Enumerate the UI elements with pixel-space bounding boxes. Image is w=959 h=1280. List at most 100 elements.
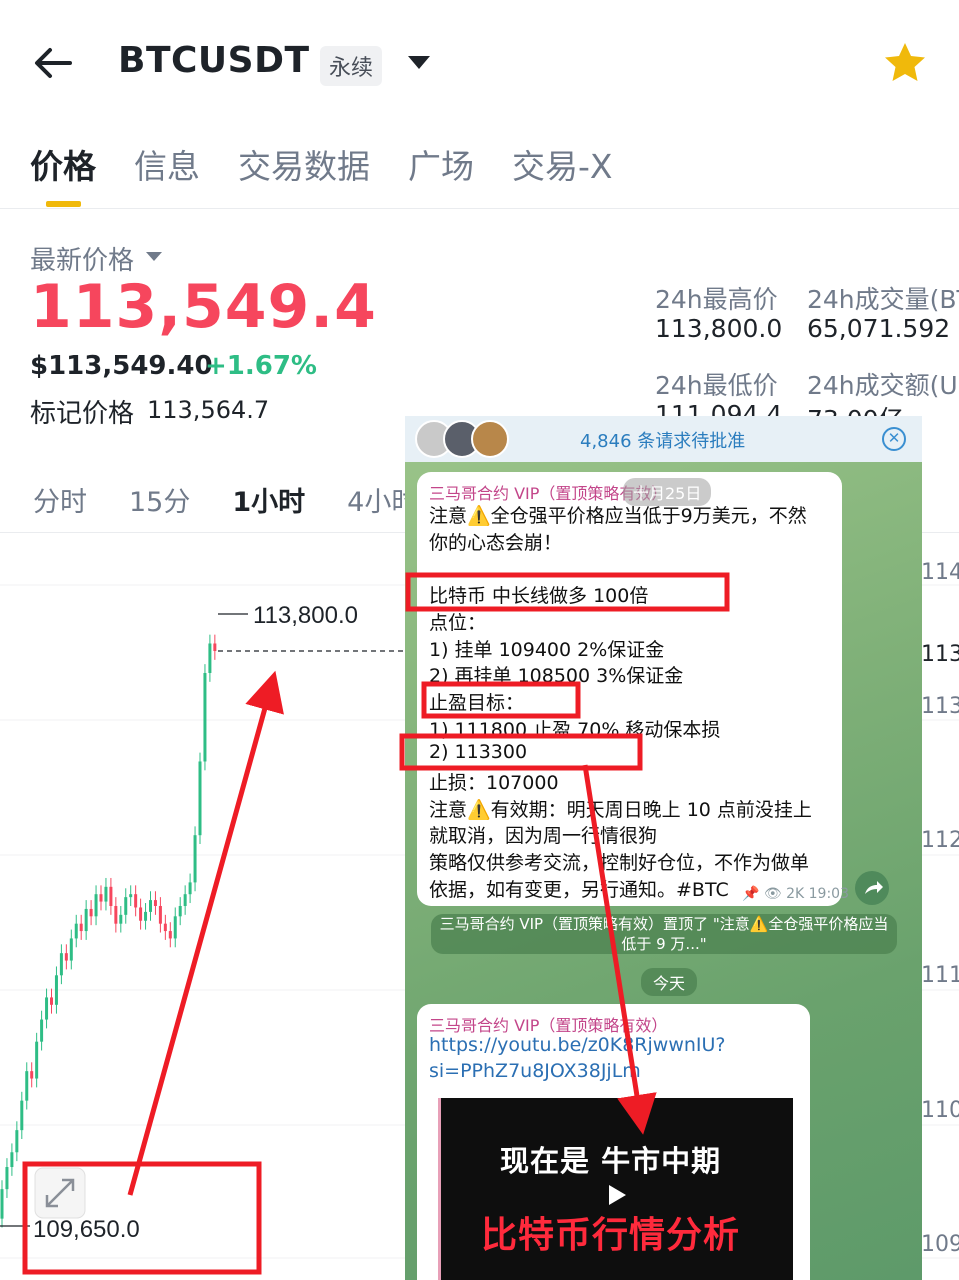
candle-body bbox=[94, 894, 98, 917]
close-icon[interactable]: ✕ bbox=[882, 427, 906, 451]
axis-label: 110 bbox=[921, 1098, 959, 1123]
message-meta: 📌 👁 2K 19:03 bbox=[742, 886, 849, 902]
axis-label: 113 bbox=[921, 694, 959, 719]
candle-body bbox=[54, 975, 58, 1005]
axis-label: 109 bbox=[921, 1232, 959, 1257]
volume-24h-value: 65,071.592 bbox=[807, 314, 951, 343]
message-line: 就取消，因为周一行情很狗 bbox=[429, 825, 658, 848]
candle-body bbox=[114, 905, 118, 924]
video-link[interactable]: si=PPhZ7u8JOX38JjLm bbox=[429, 1060, 641, 1082]
tab-trading-data[interactable]: 交易数据 bbox=[238, 140, 370, 188]
interval-timeline[interactable]: 分时 bbox=[33, 480, 87, 519]
candle-body bbox=[183, 894, 187, 906]
candle-body bbox=[79, 923, 83, 932]
candle-body bbox=[5, 1167, 9, 1190]
candle-body bbox=[208, 643, 212, 673]
candle-body bbox=[163, 923, 167, 932]
high-24h-label: 24h最高价 bbox=[655, 285, 778, 314]
high-24h-value: 113,800.0 bbox=[655, 314, 783, 343]
axis-label: 112 bbox=[921, 828, 959, 853]
channel-name: 三马哥合约 VIP（置顶策略有效） bbox=[429, 1016, 668, 1035]
candle-body bbox=[153, 900, 157, 906]
candle-body bbox=[173, 916, 177, 939]
avatar bbox=[471, 420, 509, 458]
axis-label: 111 bbox=[921, 963, 959, 988]
turnover-24h-label: 24h成交额(U bbox=[807, 371, 958, 400]
symbol-dropdown-caret-icon[interactable] bbox=[408, 56, 430, 69]
video-title: 现在是 牛市中期 bbox=[500, 1144, 722, 1178]
candle-body bbox=[109, 886, 113, 906]
tab-square[interactable]: 广场 bbox=[408, 140, 474, 188]
price-change-percent: +1.67% bbox=[205, 351, 317, 381]
message-line: 你的心态会崩！ bbox=[429, 531, 563, 554]
candle-body bbox=[144, 911, 148, 921]
candle-body bbox=[74, 923, 78, 939]
candle-body bbox=[129, 894, 133, 898]
message-line: 1) 111800 止盈 70% 移动保本损 bbox=[429, 718, 721, 741]
candle-body bbox=[0, 1189, 4, 1219]
candle-body bbox=[104, 886, 108, 902]
tab-info[interactable]: 信息 bbox=[134, 140, 200, 188]
volume-24h-label: 24h成交量(BT bbox=[807, 285, 959, 314]
tab-trade-x[interactable]: 交易-X bbox=[512, 140, 613, 188]
candle-body bbox=[40, 1019, 44, 1042]
candle-body bbox=[124, 897, 128, 915]
join-requests-text[interactable]: 4,846 条请求待批准 bbox=[580, 427, 745, 453]
candle-body bbox=[30, 1071, 34, 1079]
candles bbox=[0, 634, 217, 1228]
candle-body bbox=[149, 900, 152, 912]
last-price: 113,549.4 bbox=[30, 272, 377, 342]
message-line: 依据，如有变更，另行通知。#BTC bbox=[429, 878, 729, 901]
pin-notice-line: 三马哥合约 VIP（置顶策略有效）置顶了 "注意⚠️全仓强平价格应当 bbox=[439, 915, 889, 933]
candle-body bbox=[59, 953, 63, 976]
symbol-title[interactable]: BTCUSDT bbox=[118, 40, 310, 81]
message-line: 注意⚠️全仓强平价格应当低于9万美元，不然 bbox=[429, 505, 807, 527]
pinned-message-notice: 三马哥合约 VIP（置顶策略有效）置顶了 "注意⚠️全仓强平价格应当 低于 9 … bbox=[431, 914, 897, 954]
axis-label: 114 bbox=[921, 560, 959, 585]
message-line: 策略仅供参考交流，控制好仓位，不作为做单 bbox=[429, 852, 810, 875]
candle-body bbox=[178, 905, 182, 917]
candle-body bbox=[198, 761, 202, 836]
last-price-dropdown-icon[interactable] bbox=[146, 252, 162, 261]
candle-body bbox=[35, 1041, 39, 1079]
divider bbox=[0, 208, 959, 209]
candle-body bbox=[139, 907, 143, 921]
message-line: 1) 挂单 109400 2%保证金 bbox=[429, 638, 665, 661]
interval-1h[interactable]: 1小时 bbox=[232, 480, 305, 519]
usd-price: $113,549.40 bbox=[30, 351, 213, 381]
share-icon[interactable] bbox=[855, 871, 889, 905]
candle-body bbox=[15, 1130, 19, 1153]
candle-body bbox=[25, 1071, 29, 1101]
favorite-star-icon[interactable] bbox=[882, 40, 928, 86]
candle-body bbox=[134, 894, 138, 908]
candle-body bbox=[203, 672, 207, 762]
perpetual-badge: 永续 bbox=[320, 46, 383, 86]
interval-15m[interactable]: 15分 bbox=[129, 480, 190, 519]
mark-price-label: 标记价格 bbox=[30, 399, 135, 429]
candle-body bbox=[158, 905, 162, 924]
play-icon[interactable] bbox=[609, 1185, 626, 1205]
tg-avatars bbox=[415, 420, 515, 458]
expand-icon[interactable] bbox=[34, 1167, 86, 1219]
candle-body bbox=[69, 938, 73, 961]
message-line: 2) 再挂单 108500 3%保证金 bbox=[429, 665, 684, 688]
back-arrow-icon[interactable] bbox=[30, 40, 76, 86]
candle-body bbox=[64, 953, 68, 961]
candle-body bbox=[193, 835, 197, 883]
message-line: 比特币 中长线做多 100倍 bbox=[429, 585, 649, 608]
candle-body bbox=[89, 908, 93, 917]
video-link[interactable]: https://youtu.be/z0K8RjwwnIU? bbox=[429, 1034, 726, 1056]
tab-price[interactable]: 价格 bbox=[30, 140, 96, 188]
message-line: 止损：107000 bbox=[429, 772, 559, 794]
candle-body bbox=[99, 894, 103, 902]
mark-price-value: 113,564.7 bbox=[147, 396, 270, 424]
candle-body bbox=[168, 931, 172, 939]
candle-body bbox=[10, 1152, 14, 1168]
message-line: 止盈目标： bbox=[429, 691, 525, 714]
pin-notice-line: 低于 9 万..." bbox=[621, 935, 707, 953]
tg-request-bar[interactable]: 4,846 条请求待批准 ✕ bbox=[405, 416, 922, 462]
date-pill: 十月25日 bbox=[623, 478, 712, 506]
active-tab-indicator bbox=[46, 201, 81, 207]
candle-body bbox=[213, 643, 217, 652]
candle-body bbox=[119, 914, 123, 924]
